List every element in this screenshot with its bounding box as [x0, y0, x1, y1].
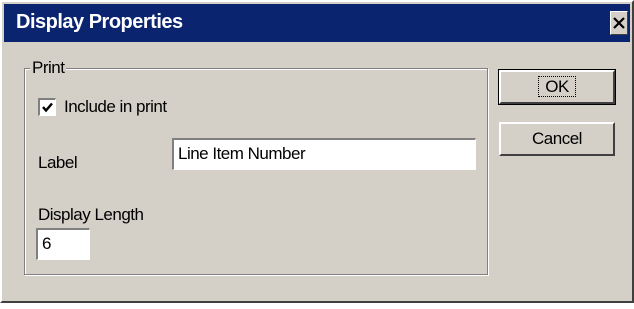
close-button[interactable]	[610, 11, 628, 35]
checkmark-icon	[42, 102, 53, 113]
include-in-print-label[interactable]: Include in print	[64, 97, 167, 117]
ok-button-label: OK	[538, 76, 576, 97]
display-length-input[interactable]: 6	[36, 228, 90, 260]
title-bar[interactable]: Display Properties	[4, 4, 630, 42]
cancel-button[interactable]: Cancel	[499, 122, 615, 156]
window-title: Display Properties	[16, 11, 183, 33]
include-in-print-checkbox[interactable]	[38, 98, 56, 116]
display-length-label: Display Length	[38, 205, 144, 224]
close-icon	[613, 17, 625, 29]
label-field-label: Label	[38, 153, 78, 172]
print-group-legend: Print	[30, 58, 67, 78]
ok-button[interactable]: OK	[498, 69, 616, 105]
label-input[interactable]: Line Item Number	[172, 138, 476, 170]
